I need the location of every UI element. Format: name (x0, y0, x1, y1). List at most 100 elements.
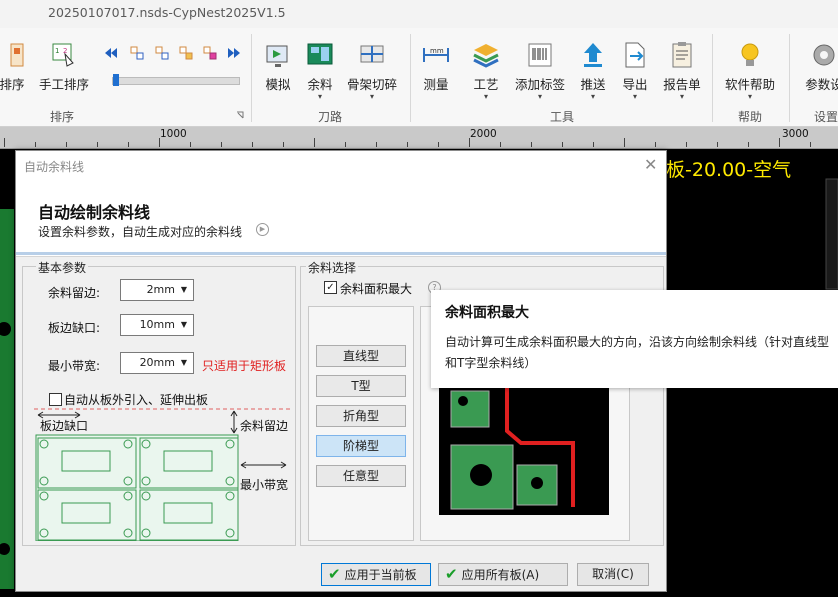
manual-sort-button[interactable]: 12 手工排序 (36, 40, 92, 93)
chevron-down-icon: ▾ (747, 92, 752, 101)
ruler-tick (221, 142, 222, 147)
apply-current-button[interactable]: ✔ 应用于当前板 (321, 563, 431, 586)
group-label-sort: 排序 (50, 110, 75, 124)
remnant-icon (307, 43, 333, 65)
margin-label: 余料留边: (48, 286, 101, 300)
sort-button[interactable]: 排序 (0, 40, 40, 93)
chevron-down-icon: ▾ (679, 92, 684, 101)
margin-value: 2mm (146, 283, 175, 296)
dialog-title: 自动余料线 (24, 160, 85, 174)
chevron-down-icon: ▾ (317, 92, 322, 101)
ruler-mark: 3000 (782, 128, 809, 140)
measure-icon: mm (423, 47, 449, 62)
group-label-tools: 工具 (550, 110, 575, 124)
option-free[interactable]: 任意型 (316, 465, 406, 487)
dialog-subtitle: 设置余料参数，自动生成对应的余料线 (38, 225, 243, 239)
software-help-button[interactable]: 软件帮助 ▾ (722, 40, 778, 101)
ruler-tick (4, 138, 5, 147)
ruler-tick (531, 142, 532, 147)
remnant-button[interactable]: 余料 ▾ (292, 40, 348, 101)
ruler-tick (252, 142, 253, 147)
group-separator (712, 34, 713, 122)
measure-button[interactable]: mm 测量 (408, 40, 464, 93)
basic-params-legend: 基本参数 (36, 259, 89, 276)
ruler-tick (717, 142, 718, 147)
chevron-down-icon: ▾ (483, 92, 488, 101)
option-angle[interactable]: 折角型 (316, 405, 406, 427)
skeleton-cut-icon (360, 45, 384, 63)
ruler-tick (345, 142, 346, 147)
ruler-tick (748, 142, 749, 147)
ruler-tick (159, 138, 160, 147)
svg-text:1: 1 (55, 47, 59, 55)
notch-combo[interactable]: 10mm ▼ (120, 314, 194, 336)
first-icon[interactable] (104, 46, 118, 60)
max-area-checkbox[interactable]: ✓ (324, 281, 337, 294)
close-icon[interactable]: ✕ (644, 155, 657, 174)
chevron-down-icon[interactable]: ▼ (177, 353, 191, 373)
group-label-toolpath: 刀路 (318, 110, 343, 124)
ruler-tick (655, 142, 656, 147)
remnant-selection-legend: 余料选择 (306, 259, 359, 276)
ruler-tick (779, 138, 780, 147)
move-next-icon[interactable] (203, 46, 217, 60)
chevron-down-icon: ▾ (369, 92, 374, 101)
param-settings-button[interactable]: 参数设 (796, 40, 838, 93)
title-bar: 20250107017.nsds-CypNest2025V1.5 (0, 0, 838, 28)
margin-combo[interactable]: 2mm ▼ (120, 279, 194, 301)
upload-icon (584, 43, 602, 67)
slider-thumb[interactable] (113, 74, 119, 86)
ruler-tick (686, 142, 687, 147)
chevron-down-icon[interactable]: ▼ (177, 280, 191, 300)
layers-icon (473, 44, 499, 68)
ruler-tick (283, 142, 284, 147)
barcode-icon (528, 43, 552, 67)
cancel-button[interactable]: 取消(C) (577, 563, 649, 586)
svg-text:mm: mm (430, 47, 444, 55)
move-forward-icon[interactable] (179, 46, 193, 60)
simulate-icon (266, 45, 288, 67)
ruler-tick (35, 142, 36, 147)
export-icon (625, 42, 645, 68)
minwidth-combo[interactable]: 20mm ▼ (120, 352, 194, 374)
chevron-down-icon[interactable]: ▼ (177, 315, 191, 335)
option-straight[interactable]: 直线型 (316, 345, 406, 367)
horizontal-ruler: 1000 2000 3000 (0, 127, 838, 149)
move-back-icon[interactable] (155, 46, 169, 60)
apply-all-button[interactable]: ✔ 应用所有板(A) (438, 563, 568, 586)
dialog-header: 自动余料线 ✕ 自动绘制余料线 设置余料参数，自动生成对应的余料线 ▶ (16, 151, 666, 257)
add-label-button[interactable]: 添加标签 ▾ (512, 40, 568, 101)
minwidth-value: 20mm (139, 356, 175, 369)
option-step[interactable]: 阶梯型 (316, 435, 406, 457)
step-remnant-preview (439, 379, 609, 515)
ruler-tick (314, 138, 315, 147)
minwidth-note: 只适用于矩形板 (202, 359, 287, 373)
check-icon: ✔ (328, 565, 341, 583)
ruler-tick (624, 138, 625, 147)
report-icon (672, 42, 692, 68)
ruler-tick (810, 142, 811, 147)
skeleton-cut-button[interactable]: 骨架切碎 ▾ (344, 40, 400, 101)
group-label-help: 帮助 (738, 110, 763, 124)
move-prev-icon[interactable] (130, 46, 144, 60)
ruler-tick (500, 142, 501, 147)
sort-slider[interactable] (112, 74, 240, 86)
ruler-tick (469, 138, 470, 147)
dialog-launcher-icon[interactable] (236, 111, 244, 119)
chevron-down-icon: ▾ (537, 92, 542, 101)
gear-icon (813, 44, 835, 66)
lightbulb-icon (741, 43, 759, 66)
option-t-shape[interactable]: T型 (316, 375, 406, 397)
diagram-minwidth-label: 最小带宽 (240, 478, 289, 492)
ruler-tick (593, 142, 594, 147)
process-button[interactable]: 工艺 ▾ (458, 40, 514, 101)
group-separator (789, 34, 790, 122)
report-button[interactable]: 报告单 ▾ (654, 40, 710, 101)
ruler-mark: 1000 (160, 128, 187, 140)
play-video-icon[interactable]: ▶ (256, 223, 269, 236)
window-title: 20250107017.nsds-CypNest2025V1.5 (48, 5, 286, 20)
ruler-mark: 2000 (470, 128, 497, 140)
group-label-settings: 设置 (814, 110, 838, 124)
header-divider (16, 252, 666, 255)
last-icon[interactable] (227, 46, 241, 60)
